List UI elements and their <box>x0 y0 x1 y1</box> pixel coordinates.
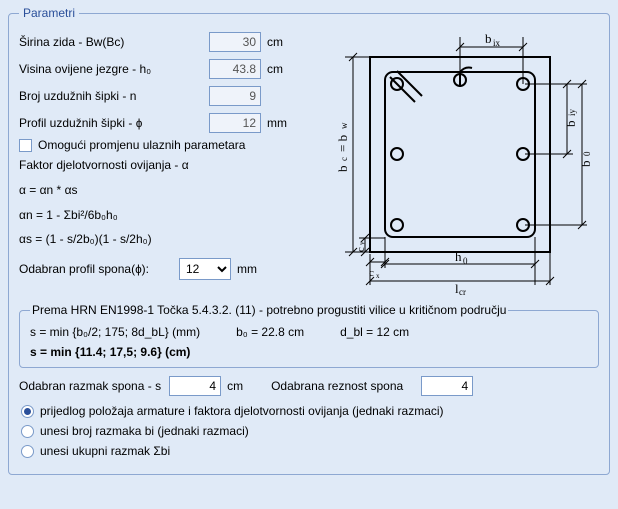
svg-text:cr: cr <box>459 287 466 297</box>
svg-text:c: c <box>355 247 367 252</box>
s-result: s = min {11.4; 17,5; 9.6} (cm) <box>30 345 588 359</box>
group-legend: Parametri <box>19 6 79 20</box>
svg-text:y: y <box>358 241 366 245</box>
inner-legend: Prema HRN EN1998-1 Točka 5.4.3.2. (11) -… <box>30 303 508 317</box>
eq-alpha: α = αn * αs <box>19 179 319 202</box>
code-reference-group: Prema HRN EN1998-1 Točka 5.4.3.2. (11) -… <box>19 303 599 368</box>
top-grid: Širina zida - Bw(Bc) cm Visina ovijene j… <box>19 30 599 297</box>
unit-stirrup: mm <box>237 262 257 276</box>
radio-label-2: unesi broj razmaka bi (jednaki razmaci) <box>40 424 249 438</box>
svg-text:iy: iy <box>567 108 577 116</box>
left-column: Širina zida - Bw(Bc) cm Visina ovijene j… <box>19 30 319 297</box>
label-cut: Odabrana reznost spona <box>271 379 403 393</box>
dim-h0: h <box>455 249 462 264</box>
svg-text:w: w <box>339 122 349 129</box>
radio-enter-sum-bi[interactable] <box>21 445 34 458</box>
input-cut[interactable] <box>421 376 473 396</box>
label-spacing: Odabran razmak spona - s <box>19 379 161 393</box>
dim-bix: b <box>485 32 492 46</box>
radio-row-1: prijedlog položaja armature i faktora dj… <box>19 404 599 418</box>
factor-heading: Faktor djelotvornosti ovijanja - α <box>19 154 319 177</box>
select-stirrup-phi[interactable]: 8 10 12 14 16 <box>179 258 231 280</box>
eq-alphas: αs = (1 - s/2b₀)(1 - s/2h₀) <box>19 228 319 251</box>
row-stirrup-sel: Odabran profil spona(ɸ): 8 10 12 14 16 m… <box>19 257 319 281</box>
label-bw: Širina zida - Bw(Bc) <box>19 35 209 49</box>
inner-row-1: s = min {b₀/2; 175; 8d_bL} (mm) b₀ = 22.… <box>30 325 588 339</box>
unit-spacing: cm <box>227 379 243 393</box>
radio-row-2: unesi broj razmaka bi (jednaki razmaci) <box>19 424 599 438</box>
row-phi: Profil uzdužnih šipki - ɸ mm <box>19 111 319 135</box>
svg-text:b: b <box>563 121 578 128</box>
row-n: Broj uzdužnih šipki - n <box>19 84 319 108</box>
svg-text:0: 0 <box>582 151 592 156</box>
unit-h0: cm <box>267 62 283 76</box>
radio-row-3: unesi ukupni razmak Σbi <box>19 444 599 458</box>
row-enable-inputs: Omogući promjenu ulaznih parametara <box>19 138 319 152</box>
radio-enter-bi-count[interactable] <box>21 425 34 438</box>
svg-text:x: x <box>376 272 380 280</box>
row-spacing-cut: Odabran razmak spona - s cm Odabrana rez… <box>19 374 599 398</box>
label-phi: Profil uzdužnih šipki - ɸ <box>19 116 209 130</box>
dim-bcbw: b <box>335 166 350 173</box>
radio-suggested-layout[interactable] <box>21 405 34 418</box>
radio-label-3: unesi ukupni razmak Σbi <box>40 444 170 458</box>
s-formula: s = min {b₀/2; 175; 8d_bL} (mm) <box>30 325 200 339</box>
input-h0[interactable] <box>209 59 261 79</box>
input-n[interactable] <box>209 86 261 106</box>
svg-text:ix: ix <box>493 38 501 48</box>
label-stirrup-sel: Odabran profil spona(ɸ): <box>19 262 179 276</box>
svg-text:b: b <box>578 161 593 168</box>
label-h0: Visina ovijene jezgre - h₀ <box>19 62 209 76</box>
row-h0: Visina ovijene jezgre - h₀ cm <box>19 57 319 81</box>
dbl-value: d_bl = 12 cm <box>340 325 409 339</box>
radio-label-1: prijedlog položaja armature i faktora dj… <box>40 404 444 418</box>
svg-text:c: c <box>339 157 349 161</box>
svg-text:= b: = b <box>335 135 350 152</box>
unit-phi: mm <box>267 116 287 130</box>
svg-text:0: 0 <box>463 256 468 266</box>
label-enable-inputs: Omogući promjenu ulaznih parametara <box>38 138 245 152</box>
input-bw[interactable] <box>209 32 261 52</box>
checkbox-enable-inputs[interactable] <box>19 139 32 152</box>
right-column: b ix b c = b w c <box>331 30 599 297</box>
row-bw: Širina zida - Bw(Bc) cm <box>19 30 319 54</box>
cross-section-diagram: b ix b c = b w c <box>335 32 595 297</box>
b0-value: b₀ = 22.8 cm <box>236 325 304 339</box>
input-spacing[interactable] <box>169 376 221 396</box>
input-phi[interactable] <box>209 113 261 133</box>
unit-bw: cm <box>267 35 283 49</box>
label-n: Broj uzdužnih šipki - n <box>19 89 209 103</box>
eq-alphan: αn = 1 - Σbi²/6b₀h₀ <box>19 204 319 227</box>
parametri-group: Parametri Širina zida - Bw(Bc) cm Visina… <box>8 6 610 475</box>
